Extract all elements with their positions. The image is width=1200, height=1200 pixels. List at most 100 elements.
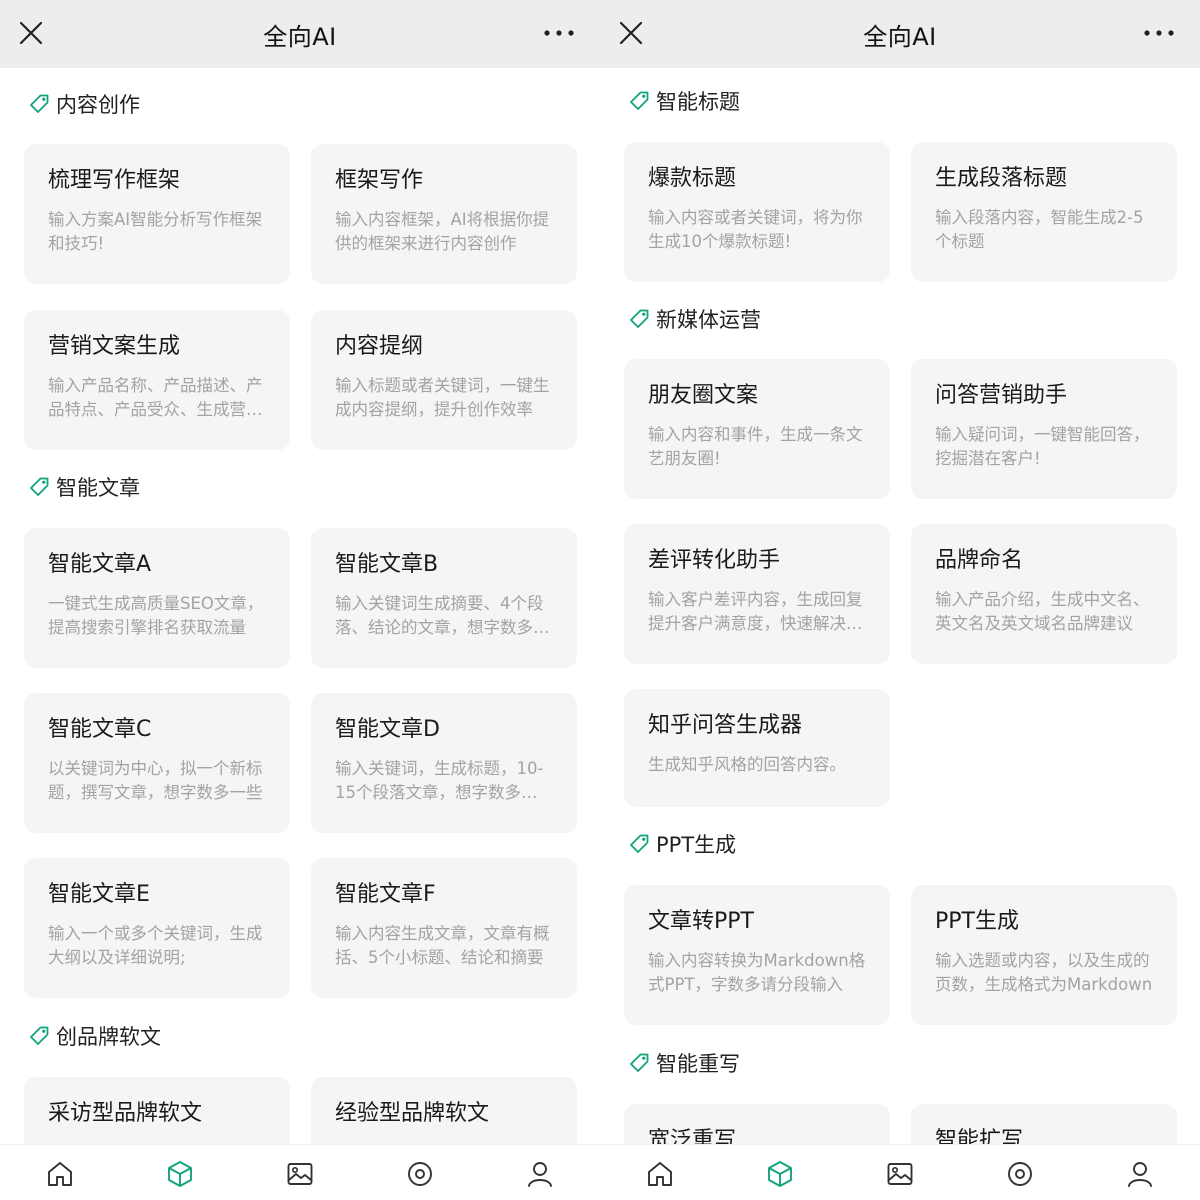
app-root: 全向AI 内容创作 梳理写作框架 输入方案AI智能分析写作框架和技巧! 框架写作… (0, 0, 1200, 1200)
tool-card[interactable]: 智能文章D 输入关键词，生成标题，10-15个段落文章，想字数多一些 (311, 693, 577, 833)
top-bar: 全向AI (600, 0, 1200, 68)
card-title: 智能文章F (335, 882, 436, 907)
card-title: 智能文章C (48, 717, 152, 742)
card-desc: 输入段落内容，智能生成2-5个标题 (935, 208, 1144, 251)
section-header: 智能标题 (628, 85, 740, 117)
tool-card[interactable]: 智能文章C 以关键词为中心，拟一个新标题，撰写文章，想字数多一些 (24, 693, 290, 833)
section-header: 新媒体运营 (628, 303, 761, 335)
tag-icon (630, 1053, 649, 1072)
card-desc: 输入内容和事件，生成一条文艺朋友圈! (648, 425, 863, 468)
card-title: 营销文案生成 (48, 334, 181, 359)
tool-card[interactable]: PPT生成 输入选题或内容，以及生成的页数，生成格式为Markdown (911, 885, 1177, 1025)
tab-home[interactable] (43, 1157, 77, 1191)
card-desc: 输入内容或者关键词，将为你生成10个爆款标题! (648, 208, 863, 251)
card-desc: 一键式生成高质量SEO文章，提高搜索引擎排名获取流量 (48, 594, 264, 637)
compass-icon (1008, 1162, 1032, 1186)
card-title: 框架写作 (335, 168, 424, 193)
home-icon (48, 1162, 72, 1186)
tool-card[interactable]: 朋友圈文案 输入内容和事件，生成一条文艺朋友圈! (624, 359, 890, 499)
tool-card[interactable]: 智能扩写 (911, 1104, 1177, 1148)
tab-profile[interactable] (1123, 1157, 1157, 1191)
section-header: 智能重写 (628, 1047, 740, 1079)
tab-discover[interactable] (1003, 1157, 1037, 1191)
tool-card[interactable]: 智能文章A 一键式生成高质量SEO文章，提高搜索引擎排名获取流量 (24, 528, 290, 668)
card-desc: 输入关键词生成摘要、4个段落、结论的文章，想字数多一些 (335, 594, 550, 637)
card-title: 智能文章A (48, 552, 152, 577)
card-title: 采访型品牌软文 (48, 1101, 203, 1126)
card-title: 差评转化助手 (648, 548, 781, 573)
content-scroll[interactable]: 智能标题 爆款标题 输入内容或者关键词，将为你生成10个爆款标题! 生成段落标题… (600, 68, 1200, 1148)
cube-icon (168, 1161, 192, 1187)
section-label: 创品牌软文 (56, 1025, 161, 1049)
section-header: 内容创作 (28, 88, 140, 120)
tool-card[interactable]: 知乎问答生成器 生成知乎风格的回答内容。 (624, 689, 890, 807)
card-desc: 输入内容框架，AI将根据你提供的框架来进行内容创作 (335, 210, 550, 253)
tool-card[interactable]: 营销文案生成 输入产品名称、产品描述、产品特点、产品受众、生成营销文案 (24, 310, 290, 450)
tag-icon (30, 94, 49, 113)
tool-card[interactable]: 采访型品牌软文 (24, 1077, 290, 1148)
card-desc: 输入内容生成文章，文章有概括、5个小标题、结论和摘要 (335, 924, 550, 967)
tool-card[interactable]: 爆款标题 输入内容或者关键词，将为你生成10个爆款标题! (624, 142, 890, 282)
section-header: 智能文章 (28, 471, 140, 503)
card-title: 内容提纲 (335, 334, 424, 359)
card-desc: 输入产品介绍，生成中文名、英文名及英文域名品牌建议 (935, 590, 1150, 633)
card-title: 爆款标题 (648, 166, 737, 191)
card-desc: 输入方案AI智能分析写作框架和技巧! (48, 210, 263, 253)
tab-discover[interactable] (403, 1157, 437, 1191)
top-bar: 全向AI (0, 0, 600, 68)
section-label: 新媒体运营 (656, 308, 761, 332)
card-title: 生成段落标题 (935, 166, 1068, 191)
card-desc: 输入产品名称、产品描述、产品特点、产品受众、生成营销文案 (48, 376, 263, 419)
tool-card[interactable]: 智能文章F 输入内容生成文章，文章有概括、5个小标题、结论和摘要 (311, 858, 577, 998)
user-icon (1128, 1162, 1152, 1187)
tab-home[interactable] (643, 1157, 677, 1191)
home-icon (648, 1162, 672, 1186)
tool-card[interactable]: 宽泛重写 (624, 1104, 890, 1148)
tool-card[interactable]: 品牌命名 输入产品介绍，生成中文名、英文名及英文域名品牌建议 (911, 524, 1177, 664)
card-desc: 输入内容转换为Markdown格式PPT，字数多请分段输入 (648, 951, 866, 994)
section-label: 智能标题 (656, 90, 740, 114)
tool-card[interactable]: 智能文章E 输入一个或多个关键词，生成大纲以及详细说明; (24, 858, 290, 998)
tag-icon (630, 91, 649, 110)
section-header: PPT生成 (628, 828, 736, 860)
card-desc: 以关键词为中心，拟一个新标题，撰写文章，想字数多一些 (48, 759, 263, 802)
card-title: 问答营销助手 (935, 383, 1068, 408)
card-desc: 输入选题或内容，以及生成的页数，生成格式为Markdown (935, 951, 1153, 994)
tool-card[interactable]: 问答营销助手 输入疑问词，一键智能回答，挖掘潜在客户! (911, 359, 1177, 499)
tool-card[interactable]: 框架写作 输入内容框架，AI将根据你提供的框架来进行内容创作 (311, 144, 577, 284)
tab-profile[interactable] (523, 1157, 557, 1191)
card-title: 智能文章D (335, 717, 440, 742)
content-scroll[interactable]: 内容创作 梳理写作框架 输入方案AI智能分析写作框架和技巧! 框架写作 输入内容… (0, 68, 600, 1148)
more-icon[interactable] (542, 22, 576, 44)
card-title: PPT生成 (935, 909, 1019, 934)
section-label: 智能重写 (656, 1052, 740, 1076)
tool-card[interactable]: 经验型品牌软文 (311, 1077, 577, 1148)
page-title: 全向AI (863, 23, 937, 51)
section-label: 内容创作 (56, 93, 140, 117)
image-icon (287, 1163, 313, 1185)
tab-image[interactable] (883, 1157, 917, 1191)
card-desc: 输入客户差评内容，生成回复提升客户满意度，快速解决问题 (648, 590, 863, 633)
tab-image[interactable] (283, 1157, 317, 1191)
tab-tools[interactable] (763, 1157, 797, 1191)
tool-card[interactable]: 文章转PPT 输入内容转换为Markdown格式PPT，字数多请分段输入 (624, 885, 890, 1025)
card-title: 梳理写作框架 (48, 168, 181, 193)
card-desc: 生成知乎风格的回答内容。 (648, 755, 846, 774)
tag-icon (630, 309, 649, 328)
tool-card[interactable]: 生成段落标题 输入段落内容，智能生成2-5个标题 (911, 142, 1177, 282)
tool-card[interactable]: 智能文章B 输入关键词生成摘要、4个段落、结论的文章，想字数多一些 (311, 528, 577, 668)
card-desc: 输入标题或者关键词，一键生成内容提纲，提升创作效率 (335, 376, 550, 419)
tab-tools[interactable] (163, 1157, 197, 1191)
card-title: 经验型品牌软文 (335, 1101, 490, 1126)
section-label: PPT生成 (656, 833, 737, 857)
card-title: 品牌命名 (935, 548, 1024, 573)
card-desc: 输入疑问词，一键智能回答，挖掘潜在客户! (935, 425, 1150, 468)
tool-card[interactable]: 内容提纲 输入标题或者关键词，一键生成内容提纲，提升创作效率 (311, 310, 577, 450)
tag-icon (630, 834, 649, 853)
more-icon[interactable] (1142, 22, 1176, 44)
tool-card[interactable]: 差评转化助手 输入客户差评内容，生成回复提升客户满意度，快速解决问题 (624, 524, 890, 664)
tool-card[interactable]: 梳理写作框架 输入方案AI智能分析写作框架和技巧! (24, 144, 290, 284)
page-title: 全向AI (263, 23, 337, 51)
card-desc: 输入一个或多个关键词，生成大纲以及详细说明; (48, 924, 263, 967)
section-header: 创品牌软文 (28, 1020, 161, 1052)
